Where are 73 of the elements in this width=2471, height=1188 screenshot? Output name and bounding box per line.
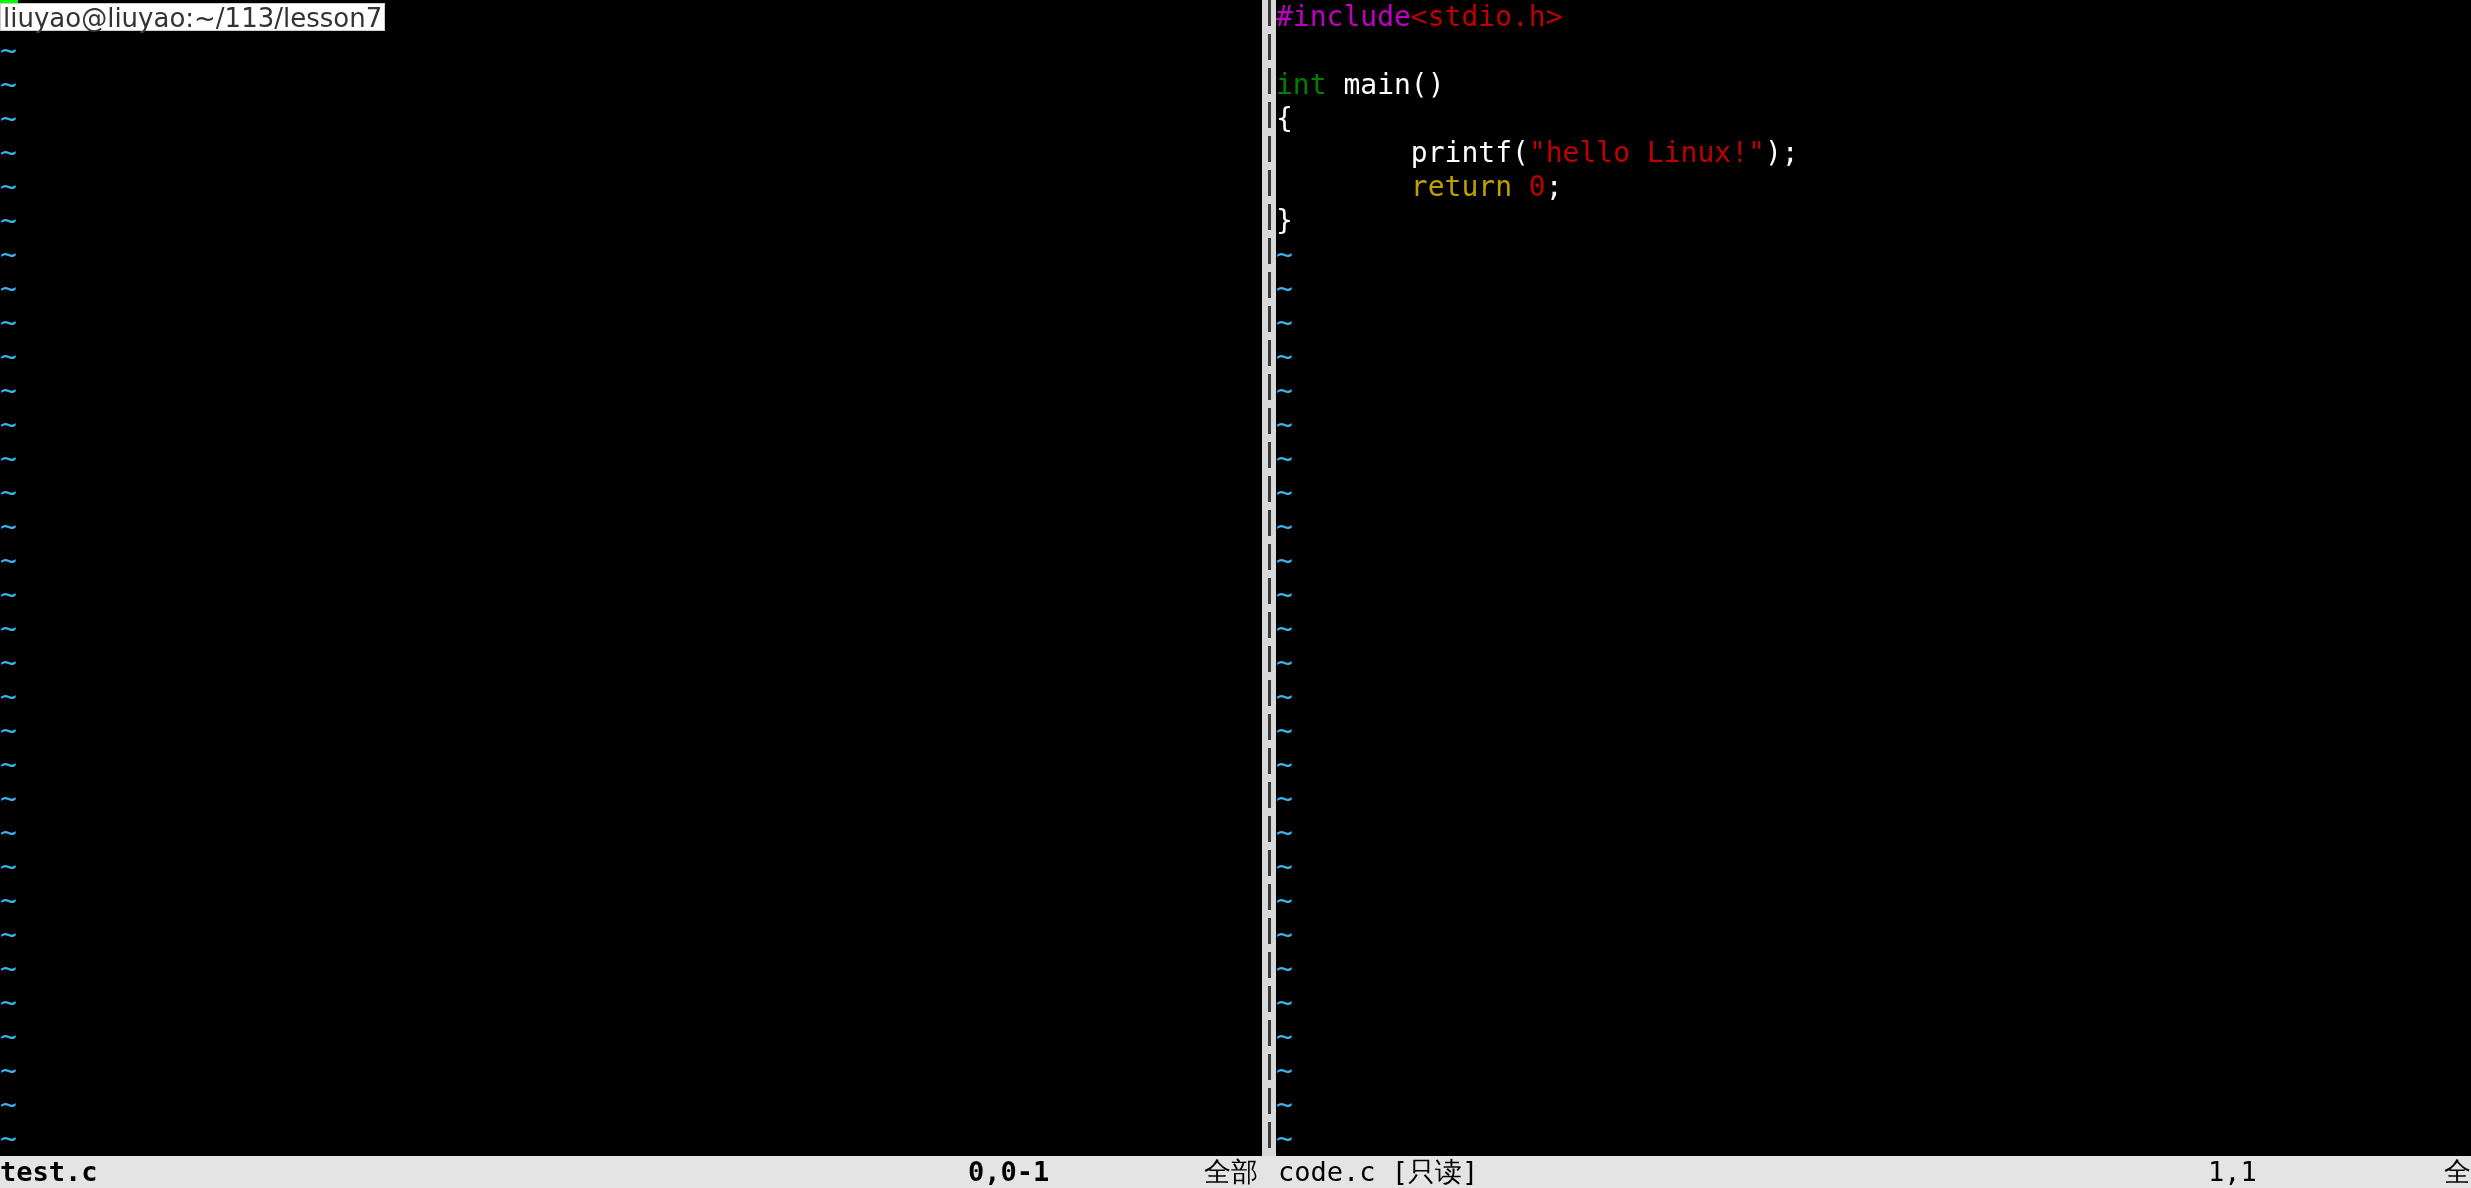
- tilde-marker: ~: [0, 68, 17, 101]
- tilde-marker: ~: [0, 102, 17, 135]
- tilde-marker: ~: [0, 136, 17, 169]
- tilde-marker: ~: [0, 374, 17, 407]
- code-line: return 0;: [1409, 170, 1563, 204]
- tilde-marker: ~: [1276, 340, 1293, 373]
- tilde-marker: ~: [1276, 952, 1293, 985]
- tilde-marker: ~: [0, 510, 17, 543]
- tilde-marker: ~: [1276, 850, 1293, 883]
- tilde-marker: ~: [1276, 544, 1293, 577]
- cursor-position: 1,1: [2208, 1156, 2258, 1188]
- tilde-marker: ~: [0, 612, 17, 645]
- file-name: code.c [只读]: [1278, 1156, 1480, 1188]
- tilde-marker: ~: [1276, 1020, 1293, 1053]
- tilde-marker: ~: [1276, 578, 1293, 611]
- title-tooltip: liuyao@liuyao:~/113/lesson7: [0, 3, 386, 31]
- code-line: #include<stdio.h>: [1276, 0, 1563, 34]
- tilde-marker: ~: [1276, 816, 1293, 849]
- tilde-marker: ~: [1276, 918, 1293, 951]
- tilde-marker: ~: [1276, 646, 1293, 679]
- file-name: test.c: [0, 1156, 99, 1188]
- tilde-marker: ~: [0, 1054, 17, 1087]
- tilde-marker: ~: [0, 1020, 17, 1053]
- code-line: int main(): [1276, 68, 1445, 102]
- tilde-marker: ~: [1276, 714, 1293, 747]
- tilde-marker: ~: [1276, 986, 1293, 1019]
- tilde-marker: ~: [1276, 884, 1293, 917]
- tilde-marker: ~: [0, 476, 17, 509]
- tilde-marker: ~: [1276, 374, 1293, 407]
- cursor-position: 0,0-1: [968, 1156, 1051, 1188]
- tilde-marker: ~: [0, 204, 17, 237]
- tilde-marker: ~: [1276, 1122, 1293, 1155]
- tilde-marker: ~: [0, 816, 17, 849]
- tilde-marker: ~: [1276, 782, 1293, 815]
- tilde-marker: ~: [0, 986, 17, 1019]
- tilde-marker: ~: [0, 952, 17, 985]
- tilde-marker: ~: [0, 646, 17, 679]
- tilde-marker: ~: [1276, 476, 1293, 509]
- code-line: {: [1276, 102, 1293, 136]
- tilde-marker: ~: [0, 850, 17, 883]
- tilde-marker: ~: [1276, 442, 1293, 475]
- tilde-marker: ~: [0, 238, 17, 271]
- code-line: printf("hello Linux!");: [1409, 136, 1799, 170]
- tilde-marker: ~: [0, 884, 17, 917]
- tilde-marker: ~: [1276, 1054, 1293, 1087]
- tilde-marker: ~: [0, 544, 17, 577]
- tilde-marker: ~: [0, 408, 17, 441]
- tilde-marker: ~: [1276, 612, 1293, 645]
- tilde-marker: ~: [0, 714, 17, 747]
- tilde-marker: ~: [1276, 238, 1293, 271]
- tilde-marker: ~: [0, 748, 17, 781]
- code-line: }: [1276, 204, 1293, 238]
- tilde-marker: ~: [1276, 510, 1293, 543]
- tilde-marker: ~: [0, 34, 17, 67]
- tilde-marker: ~: [1276, 748, 1293, 781]
- tilde-marker: ~: [1276, 408, 1293, 441]
- tilde-marker: ~: [0, 340, 17, 373]
- tilde-marker: ~: [1276, 680, 1293, 713]
- tilde-marker: ~: [0, 272, 17, 305]
- tilde-marker: ~: [0, 306, 17, 339]
- tilde-marker: ~: [0, 170, 17, 203]
- tilde-marker: ~: [1276, 306, 1293, 339]
- tilde-marker: ~: [1276, 272, 1293, 305]
- tilde-marker: ~: [0, 680, 17, 713]
- tilde-marker: ~: [0, 1122, 17, 1155]
- tilde-marker: ~: [0, 578, 17, 611]
- tilde-marker: ~: [0, 918, 17, 951]
- scroll-position: 全部: [1204, 1156, 1258, 1188]
- scroll-position: 全: [2444, 1156, 2471, 1188]
- tilde-marker: ~: [1276, 1088, 1293, 1121]
- tilde-marker: ~: [0, 442, 17, 475]
- tilde-marker: ~: [0, 1088, 17, 1121]
- tilde-marker: ~: [0, 782, 17, 815]
